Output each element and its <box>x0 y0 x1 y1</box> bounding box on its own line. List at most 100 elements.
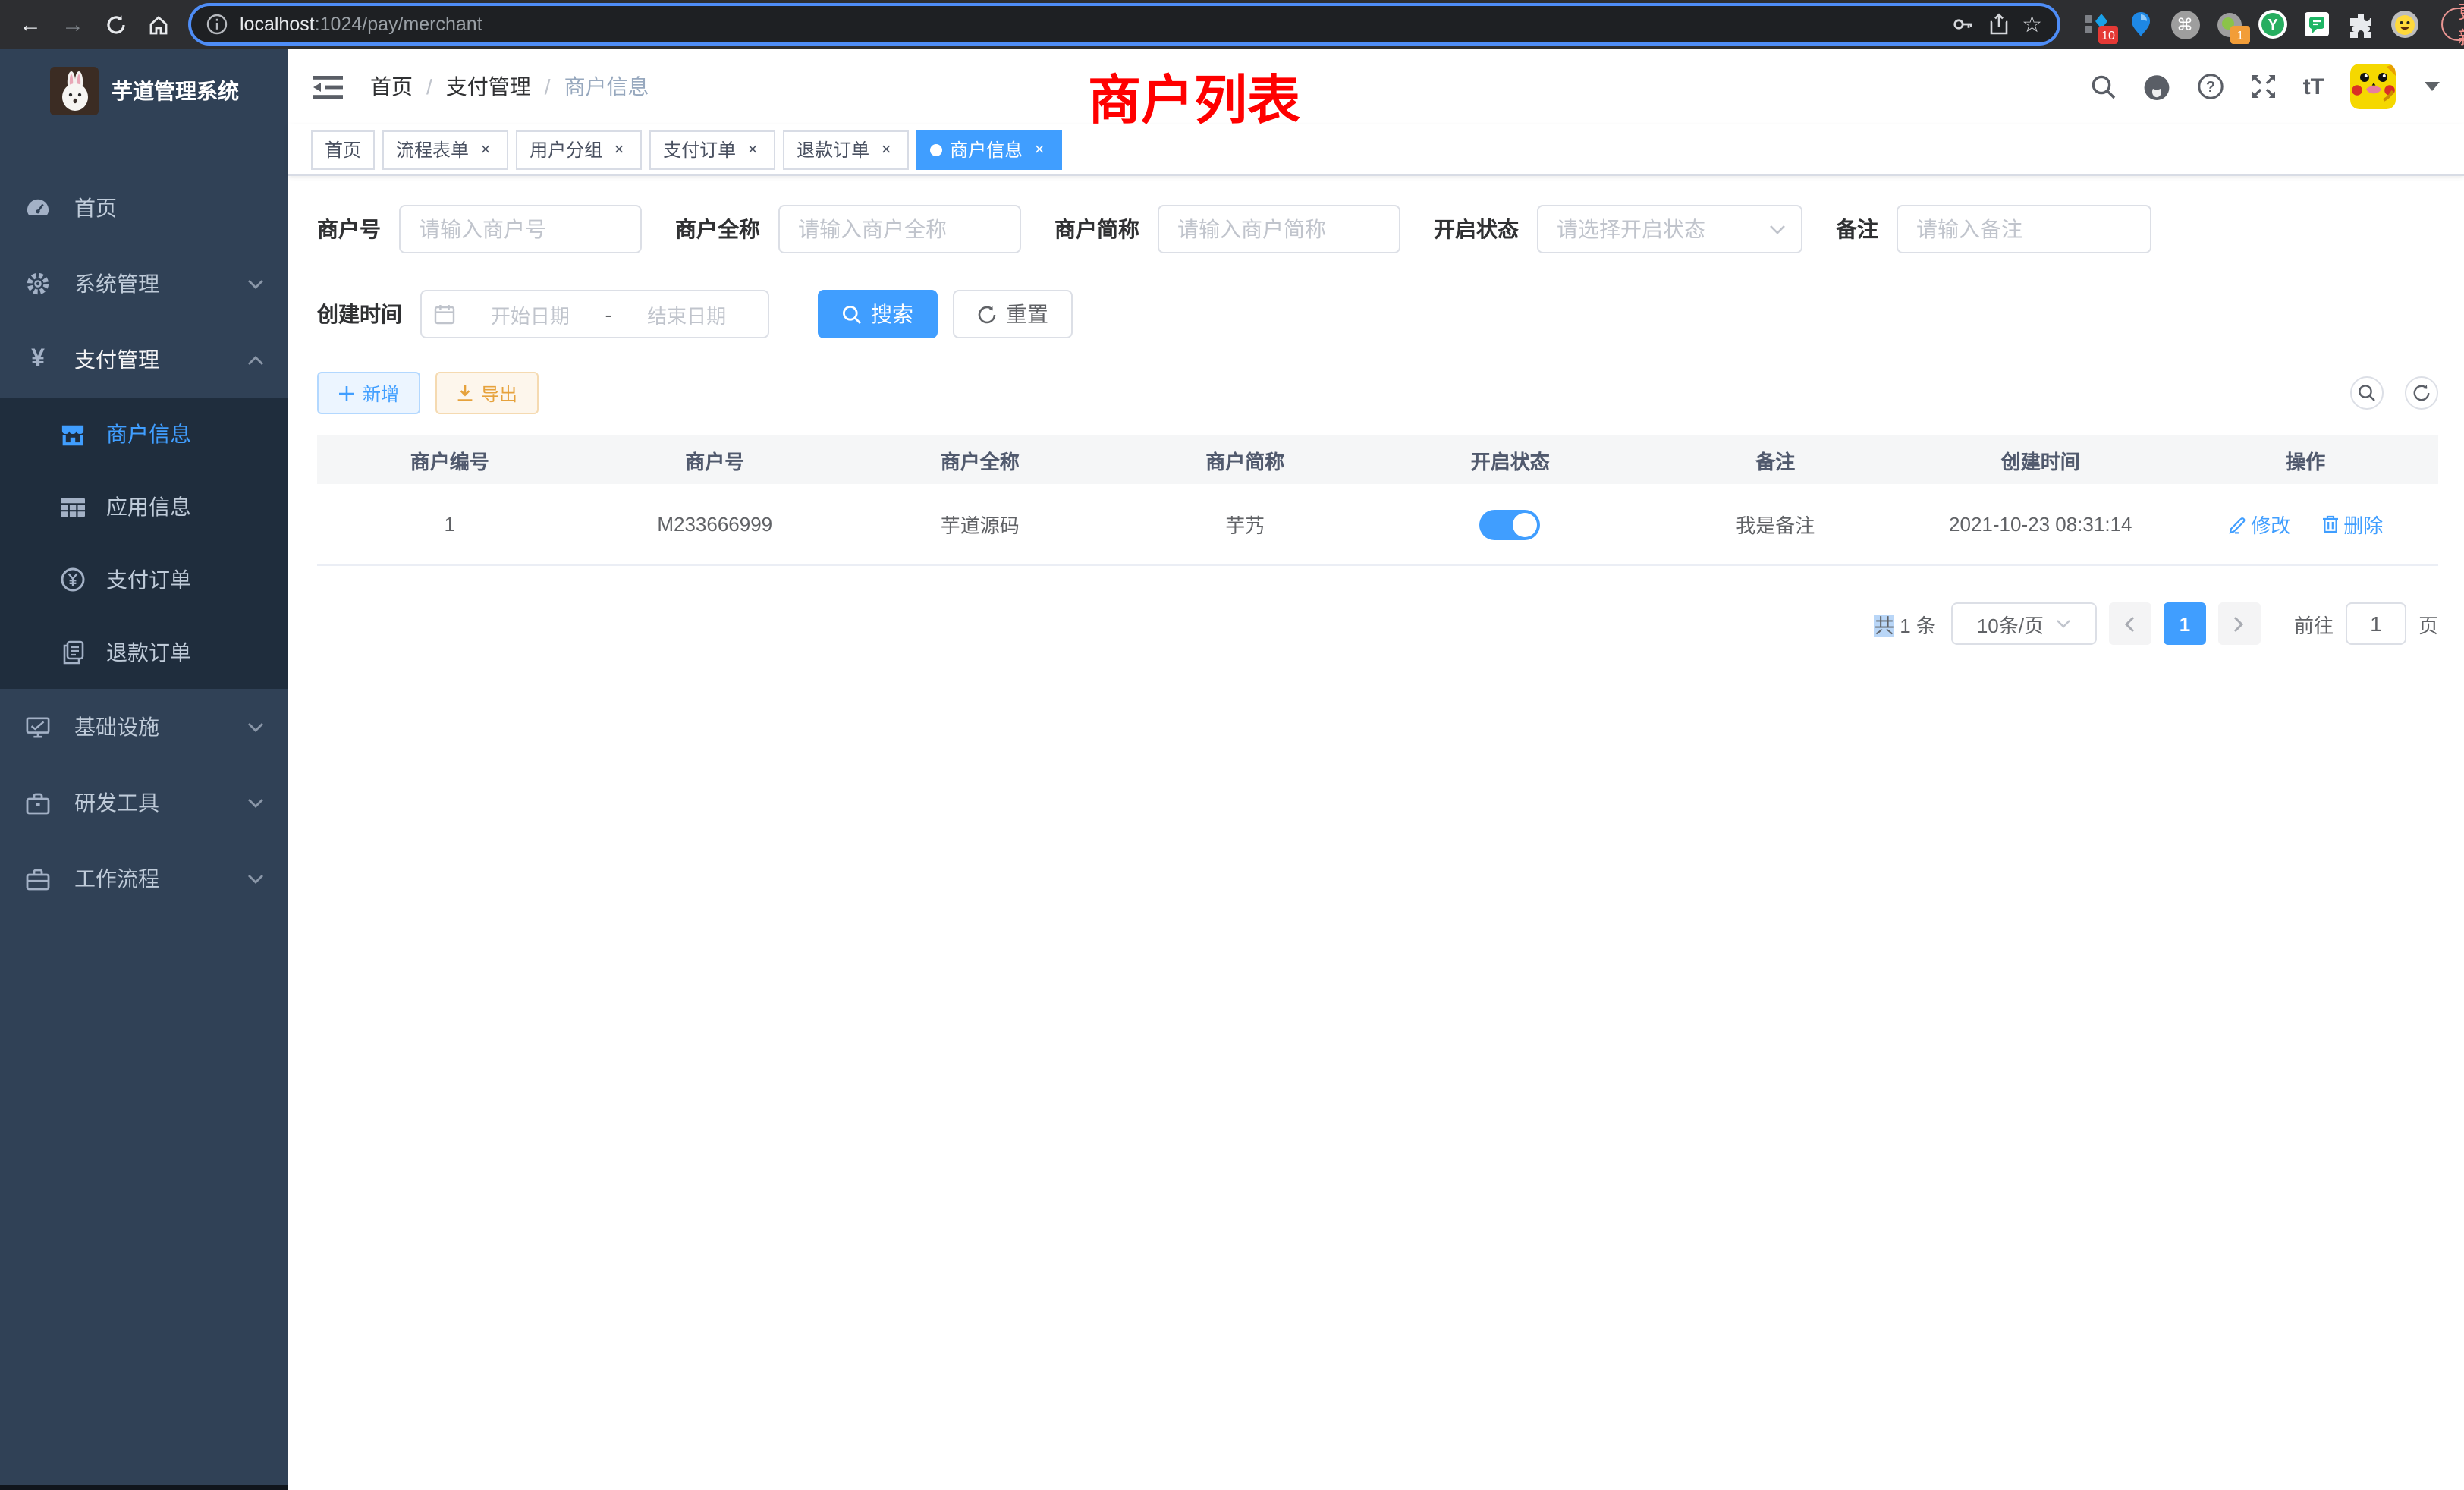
search-icon[interactable] <box>2091 74 2117 99</box>
logo-rabbit-image <box>49 67 98 115</box>
short-name-input[interactable] <box>1158 205 1400 253</box>
table-toolbar: 新增 导出 <box>317 372 2438 414</box>
merchant-no-input[interactable] <box>399 205 642 253</box>
filter-merchant-no: 商户号 <box>317 205 642 253</box>
font-size-icon[interactable]: tT <box>2303 74 2324 99</box>
trash-icon <box>2321 514 2339 534</box>
sidebar-item-refund-order[interactable]: 退款订单 <box>0 616 288 689</box>
extension-devtools-icon[interactable]: 10 <box>2082 9 2112 39</box>
browser-back-button[interactable]: ← <box>12 6 49 42</box>
site-info-icon[interactable] <box>206 14 228 35</box>
remark-input[interactable] <box>1897 205 2151 253</box>
tab-label: 商户信息 <box>950 137 1023 162</box>
chrome-update-button[interactable]: 更新 <box>2441 8 2464 41</box>
delete-link[interactable]: 删除 <box>2321 510 2383 539</box>
browser-reload-button[interactable] <box>97 6 134 42</box>
breadcrumb-home[interactable]: 首页 <box>370 71 413 102</box>
prev-page-button[interactable] <box>2109 602 2151 645</box>
col-header: 商户简称 <box>1113 445 1378 474</box>
reset-button-label: 重置 <box>1006 299 1048 329</box>
chevron-down-icon <box>247 873 264 884</box>
goto-prefix: 前往 <box>2294 609 2334 638</box>
search-button[interactable]: 搜索 <box>818 290 938 338</box>
url-path: :1024/pay/merchant <box>315 14 482 35</box>
tab-close-icon[interactable]: × <box>610 140 628 159</box>
sidebar-item-merchant-info[interactable]: 商户信息 <box>0 398 288 470</box>
bookmark-star-icon[interactable]: ☆ <box>2022 11 2042 38</box>
password-key-icon[interactable] <box>1950 12 1975 36</box>
github-icon[interactable] <box>2142 72 2171 101</box>
tab-merchant-info[interactable]: 商户信息 × <box>916 130 1062 169</box>
share-icon[interactable] <box>1987 12 2010 36</box>
tab-close-icon[interactable]: × <box>1030 140 1048 159</box>
tab-home[interactable]: 首页 <box>311 130 375 169</box>
tab-pay-order[interactable]: 支付订单× <box>649 130 775 169</box>
browser-home-button[interactable] <box>140 6 176 42</box>
tab-refund-order[interactable]: 退款订单 × <box>783 130 909 169</box>
edit-link[interactable]: 修改 <box>2228 510 2290 539</box>
help-icon[interactable]: ? <box>2197 73 2224 100</box>
page-1-button[interactable]: 1 <box>2164 602 2206 645</box>
chevron-down-icon <box>247 278 264 289</box>
address-bar[interactable]: localhost:1024/pay/merchant ☆ <box>191 6 2057 42</box>
tab-process-form[interactable]: 流程表单× <box>382 130 508 169</box>
status-toggle[interactable] <box>1480 509 1541 539</box>
breadcrumb-separator: / <box>545 74 551 99</box>
sidebar-item-label: 支付管理 <box>74 344 247 375</box>
sidebar-menu: 首页 系统管理 ¥ <box>0 170 288 916</box>
collapse-sidebar-button[interactable] <box>313 74 343 99</box>
extension-chat-icon[interactable] <box>2302 9 2332 39</box>
refresh-table-button[interactable] <box>2405 376 2438 410</box>
document-icon <box>61 640 85 665</box>
tab-close-icon[interactable]: × <box>877 140 895 159</box>
sidebar-item-label: 支付订单 <box>106 564 191 595</box>
extension-emoji-icon[interactable] <box>2390 9 2420 39</box>
sidebar-item-workflow[interactable]: 工作流程 <box>0 841 288 916</box>
breadcrumb-pay[interactable]: 支付管理 <box>446 71 531 102</box>
tab-close-icon[interactable]: × <box>743 140 762 159</box>
next-page-button[interactable] <box>2218 602 2261 645</box>
briefcase-icon <box>26 867 50 890</box>
sidebar-item-home[interactable]: 首页 <box>0 170 288 246</box>
sidebar-logo[interactable]: 芋道管理系统 <box>0 49 288 134</box>
sidebar-item-label: 首页 <box>74 193 264 223</box>
dashboard-icon <box>26 196 50 219</box>
url-host: localhost <box>240 14 315 35</box>
date-range-picker[interactable]: 开始日期 - 结束日期 <box>420 290 769 338</box>
sidebar-item-pay-order[interactable]: 支付订单 <box>0 543 288 616</box>
sidebar-item-app-info[interactable]: 应用信息 <box>0 470 288 543</box>
sidebar-item-pay[interactable]: ¥ 支付管理 <box>0 322 288 398</box>
extension-yudao-icon[interactable]: Y <box>2258 9 2288 39</box>
browser-forward-button[interactable]: → <box>55 6 91 42</box>
tab-user-group[interactable]: 用户分组× <box>516 130 642 169</box>
hide-search-button[interactable] <box>2350 376 2384 410</box>
full-name-input[interactable] <box>778 205 1021 253</box>
col-header: 开启状态 <box>1378 445 1643 474</box>
tab-label: 退款订单 <box>797 137 869 162</box>
page-size-select[interactable]: 10条/页 <box>1951 602 2097 645</box>
status-select[interactable]: 请选择开启状态 <box>1537 205 1802 253</box>
extensions-puzzle-icon[interactable] <box>2346 9 2376 39</box>
goto-page-input[interactable] <box>2346 602 2406 645</box>
extension-shortcuts-icon[interactable]: ⌘ <box>2170 9 2200 39</box>
extension-recorder-icon[interactable]: 1 <box>2214 9 2244 39</box>
end-date-placeholder: 结束日期 <box>618 300 756 328</box>
app-title: 芋道管理系统 <box>112 76 239 106</box>
start-date-placeholder: 开始日期 <box>461 300 599 328</box>
sidebar-item-system[interactable]: 系统管理 <box>0 246 288 322</box>
url-text[interactable]: localhost:1024/pay/merchant <box>240 14 482 35</box>
tab-close-icon[interactable]: × <box>476 140 495 159</box>
avatar[interactable] <box>2350 64 2396 109</box>
reset-button[interactable]: 重置 <box>953 290 1073 338</box>
chevron-down-icon <box>2056 619 2071 628</box>
sidebar-item-devtools[interactable]: 研发工具 <box>0 765 288 841</box>
search-icon <box>2358 384 2376 402</box>
avatar-dropdown-caret[interactable] <box>2425 82 2440 91</box>
extension-pin-icon[interactable] <box>2126 9 2156 39</box>
fullscreen-icon[interactable] <box>2250 73 2277 100</box>
cell-remark: 我是备注 <box>1643 510 1909 539</box>
add-button[interactable]: 新增 <box>317 372 420 414</box>
sidebar-item-infra[interactable]: 基础设施 <box>0 689 288 765</box>
export-button[interactable]: 导出 <box>435 372 539 414</box>
page-size-value: 10条/页 <box>1977 609 2044 638</box>
